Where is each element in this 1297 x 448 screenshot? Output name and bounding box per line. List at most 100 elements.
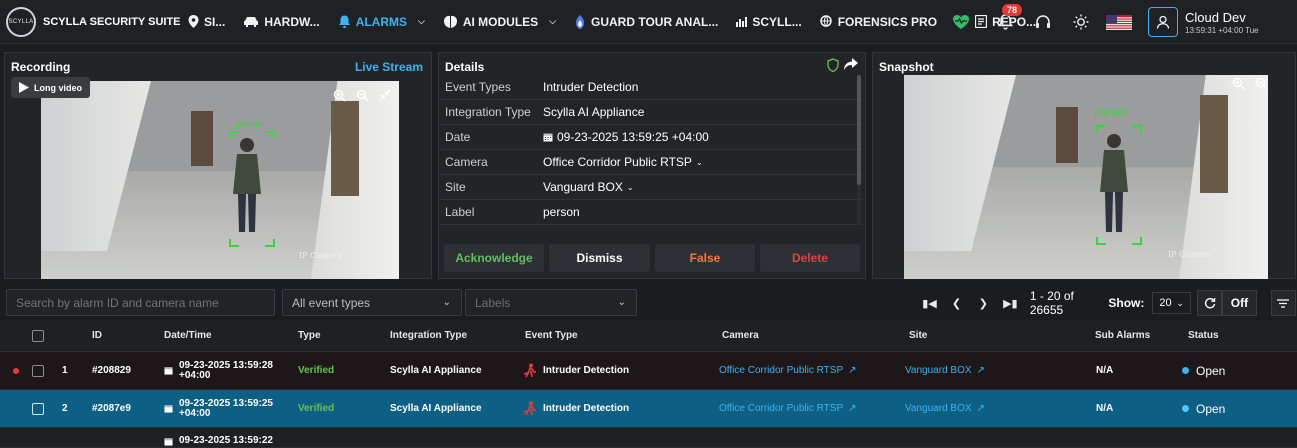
share-arrow-icon[interactable]	[844, 58, 858, 70]
scroll-thumb[interactable]	[857, 75, 861, 185]
search-input[interactable]	[6, 289, 275, 316]
status-badge[interactable]: Open	[1182, 364, 1225, 378]
recording-video[interactable]: IP Camera person	[41, 81, 399, 279]
auto-refresh-toggle[interactable]: Off	[1222, 290, 1257, 316]
app-title: SCYLLA SECURITY SUITE	[43, 15, 181, 28]
external-link-icon: ↗	[848, 403, 857, 414]
col-integration-type[interactable]: Integration Type	[390, 330, 467, 341]
col-camera[interactable]: Camera	[722, 330, 759, 341]
row-number: 2	[62, 403, 68, 414]
headset-icon[interactable]	[1032, 11, 1054, 33]
chevron-down-icon: ⌄	[626, 182, 634, 192]
site-link[interactable]: Vanguard BOX ↗	[905, 365, 985, 376]
details-scrollbar[interactable]	[857, 75, 861, 225]
long-video-label: Long video	[34, 82, 82, 93]
detail-row-camera[interactable]: Camera Office Corridor Public RTSP ⌄	[439, 150, 863, 175]
bbox-corner	[265, 239, 275, 247]
nav-item-sites[interactable]: SI...	[188, 15, 225, 29]
refresh-button[interactable]	[1196, 290, 1223, 316]
long-video-button[interactable]: Long video	[11, 77, 90, 98]
row-checkbox[interactable]	[32, 402, 44, 415]
col-id[interactable]: ID	[92, 330, 102, 341]
bbox-corner	[229, 239, 239, 247]
nav-label: GUARD TOUR ANAL...	[591, 14, 719, 29]
camera-link[interactable]: Office Corridor Public RTSP ↗	[719, 403, 857, 414]
detail-value-text: 09-23-2025 13:59:25 +04:00	[557, 130, 709, 144]
nav-item-hardware[interactable]: HARDW...	[243, 15, 320, 29]
next-page-icon[interactable]: ❯	[970, 297, 997, 310]
collapse-icon[interactable]	[379, 89, 391, 101]
delete-button[interactable]: Delete	[760, 244, 860, 272]
col-status[interactable]: Status	[1188, 330, 1219, 341]
col-type[interactable]: Type	[298, 330, 321, 341]
col-datetime[interactable]: Date/Time	[164, 330, 212, 341]
live-stream-link[interactable]: Live Stream	[355, 60, 423, 74]
detail-value: person	[543, 205, 580, 219]
filter-menu-button[interactable]	[1270, 290, 1296, 316]
video-door	[191, 111, 213, 166]
table-header: ID Date/Time Type Integration Type Event…	[0, 320, 1297, 352]
event-types-select[interactable]: All event types ⌄	[282, 289, 462, 316]
false-button[interactable]: False	[655, 244, 755, 272]
status-text: Open	[1196, 401, 1226, 416]
integration-type: Scylla AI Appliance	[390, 365, 482, 376]
select-all-checkbox[interactable]	[32, 329, 44, 342]
notifications-count: 78	[1002, 4, 1023, 16]
site-link[interactable]: Vanguard BOX ↗	[905, 403, 985, 414]
detail-row-label: Label person	[439, 200, 863, 225]
alarm-id: #2087e9	[92, 403, 131, 414]
first-page-icon[interactable]: ▮◀	[916, 297, 943, 310]
page-size-select[interactable]: 20 ⌄	[1152, 292, 1191, 314]
status-text: Open	[1196, 363, 1226, 378]
sun-theme-icon[interactable]	[1070, 11, 1092, 33]
video-door	[1200, 95, 1228, 193]
detail-value: Vanguard BOX ⌄	[543, 180, 634, 194]
status-badge[interactable]: Open	[1182, 402, 1225, 416]
bbox-corner	[1096, 237, 1106, 245]
shield-icon[interactable]	[827, 58, 839, 72]
table-row[interactable]: 09-23-2025 13:59:22	[0, 428, 1297, 448]
detail-row-site[interactable]: Site Vanguard BOX ⌄	[439, 175, 863, 200]
detection-label: person	[1094, 105, 1131, 119]
col-site[interactable]: Site	[909, 330, 927, 341]
notifications-bell-icon[interactable]: 78	[994, 4, 1023, 33]
zoom-out-icon[interactable]	[356, 89, 369, 102]
table-row[interactable]: 1 #208829 09-23-2025 13:59:28 +04:00 Veri…	[0, 352, 1297, 390]
nav-item-ai-modules[interactable]: AI MODULES ⌵	[443, 15, 556, 29]
col-event-type[interactable]: Event Type	[525, 330, 578, 341]
health-icon[interactable]	[950, 11, 972, 33]
user-icon	[1156, 15, 1170, 29]
nav-item-alarms[interactable]: ALARMS ⌵	[338, 15, 425, 29]
nav-item-forensics-pro[interactable]: FORENSICS PRO	[819, 15, 937, 29]
zoom-in-icon[interactable]	[1232, 77, 1245, 90]
video-door	[331, 101, 359, 196]
alarm-datetime: 09-23-2025 13:59:22	[164, 436, 273, 446]
status-dot	[1182, 405, 1189, 412]
prev-page-icon[interactable]: ❮	[943, 297, 970, 310]
col-sub-alarms[interactable]: Sub Alarms	[1095, 330, 1150, 341]
user-name: Cloud Dev	[1185, 9, 1246, 25]
user-menu[interactable]: Cloud Dev 13:59:31 +04:00 Tue	[1148, 7, 1297, 37]
last-page-icon[interactable]: ▶▮	[997, 297, 1024, 310]
event-type-text: Intruder Detection	[543, 403, 630, 414]
page-size-value: 20	[1159, 297, 1172, 309]
calendar-icon	[543, 133, 553, 142]
snapshot-image[interactable]: IP Camera person	[904, 75, 1268, 279]
calendar-icon	[164, 405, 173, 413]
row-checkbox[interactable]	[32, 364, 44, 377]
camera-link[interactable]: Office Corridor Public RTSP ↗	[719, 365, 857, 376]
zoom-in-icon[interactable]	[333, 89, 346, 102]
acknowledge-button[interactable]: Acknowledge	[444, 244, 544, 272]
us-flag-icon[interactable]	[1106, 11, 1132, 33]
detail-value-text: Office Corridor Public RTSP	[543, 155, 692, 169]
nav-item-guard-tour[interactable]: GUARD TOUR ANAL...	[574, 14, 719, 29]
filter-lines-icon	[1277, 298, 1290, 308]
labels-select[interactable]: Labels ⌄	[465, 289, 637, 316]
table-row[interactable]: 2 #2087e9 09-23-2025 13:59:25 +04:00 Veri…	[0, 390, 1297, 428]
zoom-out-icon[interactable]	[1255, 77, 1268, 90]
brand[interactable]: SCYLLA SCYLLA SECURITY SUITE	[0, 6, 188, 37]
dismiss-button[interactable]: Dismiss	[549, 244, 650, 272]
camera-tag: IP Camera	[299, 251, 342, 260]
person-silhouette	[233, 138, 261, 232]
nav-item-scylla-analytics[interactable]: SCYLL...	[736, 15, 802, 29]
